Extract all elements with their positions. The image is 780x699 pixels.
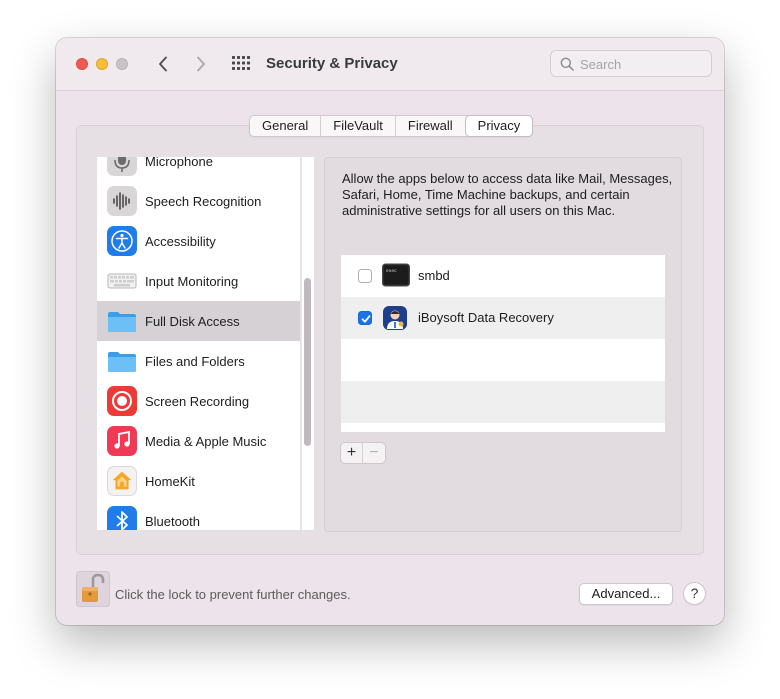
grid-icon: [232, 56, 250, 70]
unlocked-padlock-icon: [76, 571, 110, 607]
chevron-left-icon: [159, 56, 167, 72]
close-window-button[interactable]: [76, 58, 88, 70]
folder-icon: [107, 306, 137, 336]
system-preferences-window: Security & Privacy General FileVault Fir…: [56, 38, 724, 625]
music-icon: [107, 426, 137, 456]
list-item-full-disk-access[interactable]: Full Disk Access: [97, 301, 300, 341]
search-icon: [560, 57, 574, 71]
app-name: smbd: [418, 268, 450, 283]
tab-filevault[interactable]: FileVault: [321, 116, 396, 136]
home-icon: [107, 466, 137, 496]
tab-privacy[interactable]: Privacy: [464, 115, 534, 137]
chevron-right-icon: [197, 56, 205, 72]
app-checkbox[interactable]: [358, 269, 372, 283]
list-label: Bluetooth: [145, 513, 200, 529]
app-row-empty: [341, 381, 665, 423]
list-label: HomeKit: [145, 473, 195, 489]
list-item-accessibility[interactable]: Accessibility: [97, 221, 300, 261]
tab-bar: General FileVault Firewall Privacy: [249, 115, 534, 137]
title-bar: Security & Privacy: [56, 38, 724, 91]
app-row-smbd[interactable]: exec smbd: [341, 255, 665, 297]
bluetooth-icon: [107, 506, 137, 530]
list-label: Speech Recognition: [145, 193, 262, 209]
keyboard-icon: [107, 266, 137, 296]
tab-general[interactable]: General: [250, 116, 322, 136]
record-icon: [107, 386, 137, 416]
list-item-microphone[interactable]: Microphone: [97, 157, 300, 181]
terminal-icon: exec: [382, 263, 410, 289]
list-item-bluetooth[interactable]: Bluetooth: [97, 501, 300, 530]
microphone-icon: [107, 157, 137, 176]
access-description: Allow the apps below to access data like…: [342, 171, 673, 218]
app-row-iboysoft[interactable]: iBoysoft Data Recovery: [341, 297, 665, 339]
list-label: Input Monitoring: [145, 273, 239, 289]
app-list: exec smbd iBoysoft Data Recovery: [341, 255, 665, 432]
search-field[interactable]: [550, 50, 712, 77]
help-button[interactable]: ?: [683, 582, 706, 605]
folder-icon: [107, 346, 137, 376]
list-label: Full Disk Access: [145, 313, 240, 329]
lock-status-text: Click the lock to prevent further change…: [115, 587, 351, 602]
list-scrollbar-thumb[interactable]: [304, 278, 311, 446]
list-item-homekit[interactable]: HomeKit: [97, 461, 300, 501]
forward-button[interactable]: [190, 53, 212, 75]
list-label: Media & Apple Music: [145, 433, 267, 449]
svg-text:exec: exec: [386, 269, 397, 274]
app-checkbox[interactable]: [358, 311, 372, 325]
privacy-category-list: Microphone Speech Recognition Accessibil…: [97, 157, 300, 530]
add-app-button[interactable]: +: [341, 443, 363, 463]
accessibility-icon: [107, 226, 137, 256]
window-title: Security & Privacy: [266, 55, 398, 72]
list-label: Microphone: [145, 157, 213, 169]
list-label: Screen Recording: [145, 393, 250, 409]
app-row-empty: [341, 339, 665, 381]
minimize-window-button[interactable]: [96, 58, 108, 70]
list-label: Accessibility: [145, 233, 216, 249]
advanced-button[interactable]: Advanced...: [579, 583, 673, 605]
search-input[interactable]: [580, 56, 700, 72]
list-item-speech-recognition[interactable]: Speech Recognition: [97, 181, 300, 221]
remove-app-button[interactable]: −: [363, 443, 385, 463]
lock-button[interactable]: [76, 571, 110, 607]
iboysoft-icon: [382, 305, 409, 331]
checkmark-icon: [361, 315, 371, 323]
show-all-button[interactable]: [231, 55, 251, 73]
list-label: Files and Folders: [145, 353, 245, 369]
list-item-media-apple-music[interactable]: Media & Apple Music: [97, 421, 300, 461]
tab-firewall[interactable]: Firewall: [396, 116, 465, 136]
back-button[interactable]: [152, 53, 174, 75]
add-remove-control: + −: [340, 442, 386, 464]
zoom-window-button[interactable]: [116, 58, 128, 70]
list-item-files-and-folders[interactable]: Files and Folders: [97, 341, 300, 381]
app-name: iBoysoft Data Recovery: [418, 310, 554, 325]
waveform-icon: [107, 186, 137, 216]
list-item-screen-recording[interactable]: Screen Recording: [97, 381, 300, 421]
list-item-input-monitoring[interactable]: Input Monitoring: [97, 261, 300, 301]
